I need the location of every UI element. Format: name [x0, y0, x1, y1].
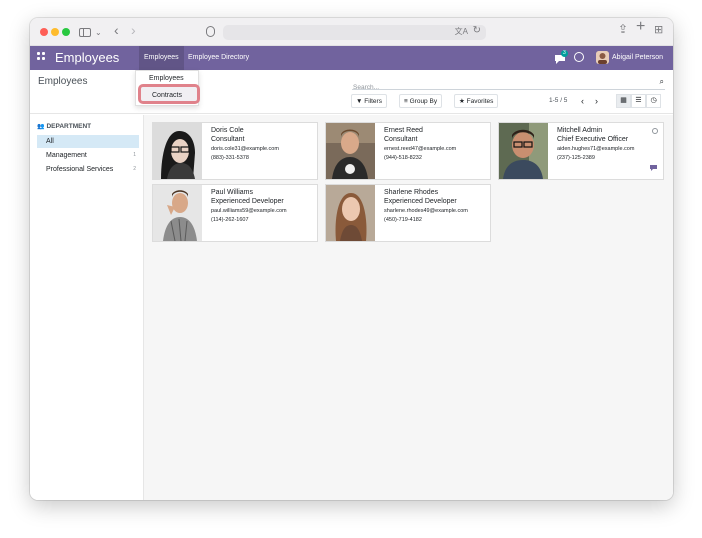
pager-value[interactable]: 1-5 / 5: [549, 94, 567, 108]
sidebar-item-management[interactable]: Management 1: [37, 149, 139, 162]
employee-card[interactable]: Mitchell Admin Chief Executive Officer a…: [498, 122, 664, 180]
forward-arrow-icon[interactable]: ›: [131, 23, 136, 37]
users-icon: 👥: [37, 124, 45, 130]
sidebar-item-professional-services[interactable]: Professional Services 2: [37, 163, 139, 176]
sidebar-item-label: All: [46, 138, 54, 145]
close-window-button[interactable]: [40, 28, 48, 36]
employee-card[interactable]: Sharlene Rhodes Experienced Developer sh…: [325, 184, 491, 242]
employee-name: Paul Williams: [211, 189, 254, 196]
star-icon: ★: [459, 98, 465, 105]
employee-photo: [499, 123, 548, 179]
kanban-view-button[interactable]: ▦: [616, 94, 631, 108]
search-icon[interactable]: ⌕: [660, 77, 664, 87]
top-navbar: Employees Employees Employee Directory 3…: [30, 46, 673, 70]
share-icon[interactable]: ⇪: [618, 22, 628, 36]
department-heading-label: DEPARTMENT: [46, 123, 92, 130]
control-panel: Employees ⌕ ▼ Filters ≡ Group By ★ Favor…: [30, 70, 673, 114]
sidebar-item-all[interactable]: All: [37, 135, 139, 148]
employee-card[interactable]: Paul Williams Experienced Developer paul…: [152, 184, 318, 242]
employee-card[interactable]: Doris Cole Consultant doris.cole31@examp…: [152, 122, 318, 180]
translate-icon[interactable]: 文A: [455, 26, 468, 37]
employee-email: ernest.reed47@example.com: [384, 146, 457, 152]
dropdown-item-contracts-label: Contracts: [152, 92, 182, 99]
new-tab-icon[interactable]: +: [636, 19, 645, 35]
browser-window: ⌄ ‹ › 文A ↻ ⇪ + ⊞ Employees Employees Emp…: [30, 18, 673, 500]
activity-view-button[interactable]: ◷: [646, 94, 661, 108]
dropdown-item-contracts[interactable]: Contracts: [138, 84, 200, 104]
menu-employee-directory[interactable]: Employee Directory: [183, 46, 254, 70]
pager-previous-icon[interactable]: ‹: [581, 94, 584, 108]
employee-email: sharlene.rhodes49@example.com: [384, 208, 468, 214]
browser-titlebar: ⌄ ‹ › 文A ↻ ⇪ + ⊞: [30, 18, 673, 46]
employee-photo: [326, 185, 375, 241]
employee-email: aiden.hughes71@example.com: [557, 146, 635, 152]
employee-email: paul.williams59@example.com: [211, 208, 287, 214]
employee-card[interactable]: Ernest Reed Consultant ernest.reed47@exa…: [325, 122, 491, 180]
chevron-down-icon[interactable]: ⌄: [95, 26, 102, 40]
group-by-label: Group By: [409, 98, 438, 105]
tab-overview-icon[interactable]: ⊞: [654, 23, 663, 37]
reload-icon[interactable]: ↻: [473, 25, 481, 36]
employee-name: Doris Cole: [211, 127, 244, 134]
employee-photo: [326, 123, 375, 179]
zoom-window-button[interactable]: [62, 28, 70, 36]
department-heading: 👥 DEPARTMENT: [37, 123, 91, 130]
employee-phone: (883)-331-5378: [211, 155, 249, 161]
list-view-button[interactable]: ☰: [631, 94, 646, 108]
employee-photo: [153, 123, 202, 179]
employee-job-title: Experienced Developer: [384, 198, 457, 205]
favorites-button[interactable]: ★ Favorites: [454, 94, 499, 108]
employee-job-title: Consultant: [211, 136, 245, 143]
employee-job-title: Consultant: [384, 136, 418, 143]
filters-label: Filters: [364, 98, 382, 105]
employee-phone: (237)-125-2389: [557, 155, 595, 161]
chat-icon[interactable]: [650, 165, 657, 173]
kanban-view: Doris Cole Consultant doris.cole31@examp…: [144, 115, 673, 500]
group-by-button[interactable]: ≡ Group By: [399, 94, 443, 108]
privacy-shield-icon[interactable]: [206, 26, 215, 37]
dropdown-item-employees[interactable]: Employees: [149, 75, 184, 82]
filters-button[interactable]: ▼ Filters: [351, 94, 387, 108]
employee-name: Mitchell Admin: [557, 127, 603, 134]
employee-name: Sharlene Rhodes: [384, 189, 439, 196]
employee-phone: (114)-262-1607: [211, 217, 249, 223]
address-bar[interactable]: 文A ↻: [223, 25, 486, 40]
sidebar-item-count: 2: [133, 166, 136, 172]
employees-dropdown-menu: Employees Contracts: [135, 70, 200, 106]
activity-clock-icon[interactable]: [574, 52, 584, 62]
app-brand[interactable]: Employees: [55, 50, 119, 66]
employee-name: Ernest Reed: [384, 127, 423, 134]
chat-badge: 3: [561, 50, 568, 57]
minimize-window-button[interactable]: [51, 28, 59, 36]
employee-phone: (944)-518-8232: [384, 155, 422, 161]
apps-menu-icon[interactable]: [37, 52, 46, 61]
employee-job-title: Experienced Developer: [211, 198, 284, 205]
back-arrow-icon[interactable]: ‹: [114, 23, 119, 37]
sidebar-toggle-icon[interactable]: [79, 28, 91, 37]
department-sidebar: 👥 DEPARTMENT All Management 1 Professiona…: [30, 115, 144, 500]
group-by-icon: ≡: [404, 98, 408, 105]
user-avatar[interactable]: [596, 51, 609, 64]
favorites-label: Favorites: [466, 98, 494, 105]
pager-next-icon[interactable]: ›: [595, 94, 598, 108]
employee-phone: (450)-719-4182: [384, 217, 422, 223]
filter-icon: ▼: [356, 98, 363, 105]
search-box: ⌕: [352, 76, 665, 94]
presence-status-icon: [652, 128, 658, 134]
sidebar-item-label: Professional Services: [46, 166, 114, 173]
employee-email: doris.cole31@example.com: [211, 146, 279, 152]
sidebar-item-label: Management: [46, 152, 87, 159]
employee-photo: [153, 185, 202, 241]
employee-job-title: Chief Executive Officer: [557, 136, 629, 143]
search-input[interactable]: [352, 81, 642, 94]
user-name[interactable]: Abigail Peterson: [612, 46, 663, 70]
page-title: Employees: [38, 76, 88, 87]
sidebar-item-count: 1: [133, 152, 136, 158]
menu-employees[interactable]: Employees: [139, 46, 184, 70]
